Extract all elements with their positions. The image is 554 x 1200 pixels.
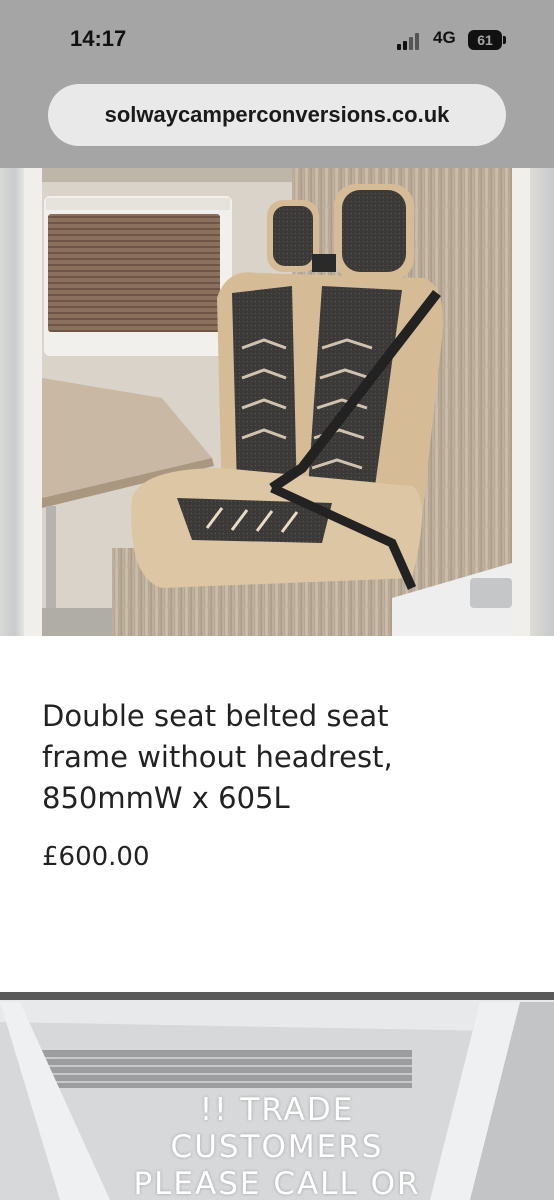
status-bar: 14:17 4G 61 [0, 0, 554, 80]
product-title[interactable]: Double seat belted seat frame without he… [42, 696, 472, 819]
status-time: 14:17 [70, 26, 127, 51]
battery-tip [503, 36, 506, 44]
banner-text: !! TRADE CUSTOMERS PLEASE CALL OR [0, 1092, 554, 1200]
browser-chrome: 14:17 4G 61 solwaycamperconversions.co.u… [0, 0, 554, 168]
cellular-signal-icon [397, 32, 425, 50]
banner-line: PLEASE CALL OR [133, 1166, 421, 1200]
banner-line: !! TRADE [199, 1092, 355, 1128]
product-photo[interactable] [42, 168, 512, 636]
address-bar[interactable]: solwaycamperconversions.co.uk [48, 84, 506, 146]
product-image-carousel[interactable] [0, 168, 554, 636]
network-type: 4G [433, 28, 456, 47]
next-image-peek[interactable] [530, 168, 554, 636]
banner-line: CUSTOMERS [170, 1129, 384, 1165]
seat-photo-illustration [42, 168, 512, 636]
product-price: £600.00 [42, 842, 150, 872]
battery-icon: 61 [468, 30, 502, 50]
previous-image-peek[interactable] [0, 168, 24, 636]
trade-customers-banner[interactable]: !! TRADE CUSTOMERS PLEASE CALL OR [0, 992, 554, 1200]
